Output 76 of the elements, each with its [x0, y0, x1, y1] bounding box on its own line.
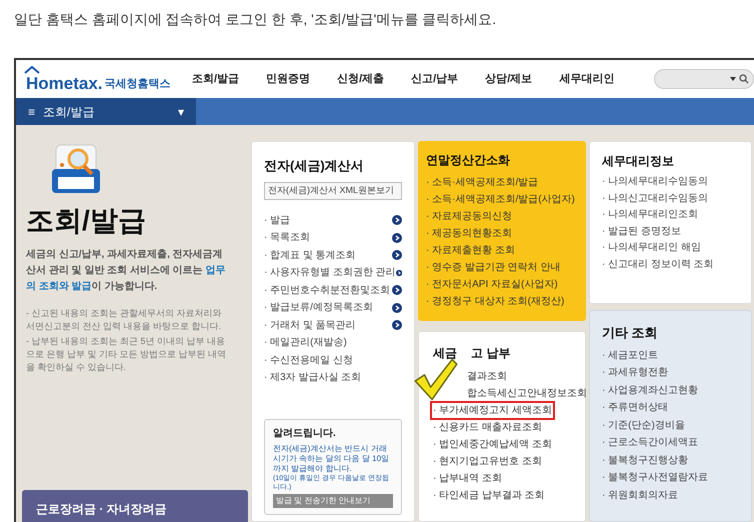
menu-link[interactable]: · 경정청구 대상자 조회(재정산)	[426, 293, 578, 310]
menu-link[interactable]: · 신고대리 정보이력 조회	[602, 256, 739, 273]
notice-text: 전자(세금)계산서는 반드시 거래시기가 속하는 달의 다음 달 10일까지 발급해야 합니다.	[273, 444, 390, 474]
intro-text: 일단 홈택스 홈페이지에 접속하여 로그인 한 후, '조회/발급'메뉴를 클릭하세요.	[14, 11, 496, 27]
search-field[interactable]	[654, 69, 754, 89]
nav-link[interactable]: 신고/납부	[411, 70, 458, 88]
menu-link[interactable]: · 전자문서API 자료실(사업자)	[426, 276, 578, 293]
menu-link[interactable]: · 발급	[264, 212, 290, 228]
menu-link[interactable]: · 타인세금 납부결과 조회	[433, 488, 545, 503]
note-text: - 신고된 내용의 조회는 관할세무서의 자료처리와 서면신고분의 전산 입력 내용을 바탕으로 합니다.	[26, 307, 222, 333]
xml-view-button[interactable]: 전자(세금)계산서 XML원본보기	[264, 182, 402, 200]
menu-link[interactable]: · 제공동의현황조회	[426, 225, 578, 242]
menu-link[interactable]: · 주류면허상태	[602, 399, 739, 416]
panel-title: 고 납부	[471, 345, 510, 362]
menu-link[interactable]: · 영수증 발급기관 연락처 안내	[426, 259, 578, 276]
panel-title: 세금	[433, 345, 457, 362]
menu-link[interactable]: 합소득세신고안내정보조회	[467, 386, 587, 401]
menu-link[interactable]: · 합계표 및 통계조회	[264, 248, 356, 263]
menu-link[interactable]: · 제3자 발급사실 조회	[264, 370, 362, 386]
menu-link[interactable]: · 발급된 증명정보	[602, 224, 739, 240]
arrow-circle-icon[interactable]	[396, 268, 402, 278]
menu-link[interactable]: · 자료제출현황 조회	[426, 242, 578, 259]
menu-link[interactable]: · 세금포인트	[602, 346, 739, 364]
menu-link[interactable]: · 불복청구사전열람자료	[602, 469, 739, 486]
menu-link[interactable]: · 현지기업고유번호 조회	[433, 454, 542, 469]
menu-link[interactable]: · 목록조회	[264, 230, 310, 246]
menu-link[interactable]: · 거래처 및 품목관리	[264, 318, 356, 333]
menu-link[interactable]: · 신용카드 매출자료조회	[433, 420, 542, 435]
arrow-circle-icon[interactable]	[392, 285, 402, 296]
menu-link[interactable]: · 사업용계좌신고현황	[602, 382, 739, 399]
menu-link[interactable]: · 메일관리(재발송)	[264, 335, 347, 350]
menu-link[interactable]: · 나의세무대리인 해임	[602, 240, 739, 256]
panel-title: 연말정산간소화	[426, 152, 511, 169]
section-description: 세금의 신고/납부, 과세자료제출, 전자세금계산서 관리 및 일반 조회 서비스에 이르는 업무의 조회와 발급이 가능합니다.	[26, 248, 226, 294]
nav-link[interactable]: 조회/발급	[192, 70, 240, 88]
menu-link[interactable]: 결과조회	[467, 369, 507, 384]
menu-link[interactable]: · 소득·세액공제조회/발급	[426, 174, 578, 191]
note-text: - 납부된 내용의 조회는 최근 5년 이내의 납부 내용으로 은행 납부 및 기타 모든 방법으로 납부된 내역을 확인하실 수 있습니다.	[26, 335, 228, 374]
logo-wordmark: Hometax.	[26, 75, 103, 92]
panel-title: 세무대리정보	[602, 153, 675, 170]
panel-title: 기타 조회	[602, 324, 659, 342]
arrow-circle-icon[interactable]	[392, 250, 402, 260]
logo-subtitle: 국세청홈택스	[104, 76, 171, 92]
nav-link[interactable]: 세무대리인	[559, 70, 614, 88]
menu-link[interactable]: · 근로소득간이세액표	[602, 434, 739, 452]
menu-link[interactable]: · 위원회회의자료	[602, 486, 739, 504]
menu-link[interactable]: · 나의세무대리수임동의	[602, 174, 739, 190]
menu-link[interactable]: · 법인세중간예납세액 조회	[433, 437, 552, 452]
menu-link[interactable]: · 부가세예정고지 세액조회	[430, 401, 555, 420]
menu-link[interactable]: · 사용자유형별 조회권한 관리	[264, 265, 396, 280]
section-title: 조회/발급	[26, 207, 147, 235]
menu-link[interactable]: · 수신전용메일 신청	[264, 352, 353, 368]
menu-link[interactable]: · 납부내역 조회	[433, 471, 502, 486]
arrow-circle-icon[interactable]	[392, 320, 402, 330]
menu-link[interactable]: · 과세유형전환	[602, 364, 739, 382]
nav-link[interactable]: 신청/제출	[337, 70, 384, 88]
menu-link[interactable]: · 나의세무대리인조회	[602, 207, 739, 224]
checkmark-icon	[413, 358, 459, 401]
menu-link[interactable]: · 주민번호수취분전환및조회	[264, 282, 390, 298]
menu-link[interactable]: · 불복청구진행상황	[602, 452, 739, 469]
search-icon	[739, 74, 749, 84]
menu-link[interactable]: · 나의신고대리수임동의	[602, 190, 739, 207]
arrow-circle-icon[interactable]	[392, 302, 402, 313]
arrow-circle-icon[interactable]	[392, 232, 402, 243]
notice-title: 알려드립니다.	[273, 427, 337, 441]
caret-icon	[730, 77, 736, 81]
menu-link[interactable]: · 자료제공동의신청	[426, 208, 578, 225]
panel-title: 전자(세금)계산서	[264, 157, 365, 175]
nav-link[interactable]: 민원증명	[266, 70, 310, 88]
menu-link[interactable]: · 발급보류/예정목록조회	[264, 300, 373, 316]
nav-link[interactable]: 상담/제보	[485, 70, 532, 88]
promo-banner[interactable]: 근로장려금 · 자녀장려금	[22, 490, 248, 522]
arrow-circle-icon[interactable]	[392, 215, 402, 226]
menu-link[interactable]: · 기준(단순)경비율	[602, 416, 739, 434]
menu-dropdown[interactable]: ≡ 조회/발급 ▾	[16, 98, 196, 125]
menu-link[interactable]: · 소득·세액공제조회/발급(사업자)	[426, 191, 578, 208]
